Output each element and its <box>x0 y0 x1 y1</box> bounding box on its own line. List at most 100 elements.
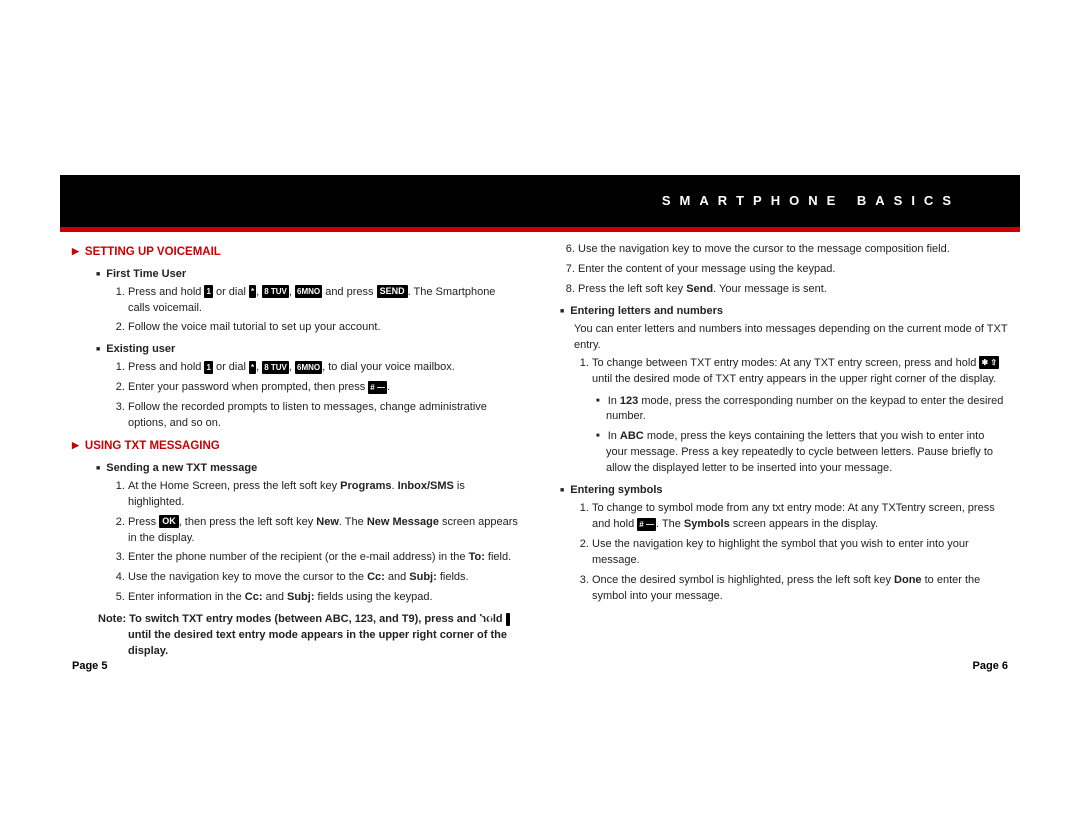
steps-first-time: Press and hold 1 or dial *, 8 TUV, 6MNO … <box>110 285 520 337</box>
right-column: Use the navigation key to move the curso… <box>560 240 1008 694</box>
t: or dial <box>213 361 249 373</box>
t: and press <box>322 286 376 298</box>
t: Enter information in the <box>128 591 245 603</box>
t: fields using the keypad. <box>315 591 433 603</box>
t: mode, press the keys containing the lett… <box>606 430 993 474</box>
sub-first-time: First Time User <box>110 267 520 283</box>
step: Follow the recorded prompts to listen to… <box>128 400 520 432</box>
t: To change between TXT entry modes: At an… <box>592 357 979 369</box>
t: field. <box>485 551 511 563</box>
sub-symbols: Entering symbols <box>574 483 1008 499</box>
section-voicemail: SETTING UP VOICEMAIL <box>72 244 520 261</box>
t: Enter your password when prompted, then … <box>128 381 368 393</box>
key-6-icon: 6MNO <box>295 285 322 298</box>
bullet-123: In 123 mode, press the corresponding num… <box>606 394 1008 426</box>
t: , then press the left soft key <box>179 516 317 528</box>
key-1-icon: 1 <box>204 361 212 374</box>
b: Cc: <box>367 571 385 583</box>
intro-letters: You can enter letters and numbers into m… <box>574 322 1008 354</box>
t: screen appears in the display. <box>730 518 878 530</box>
t: At the Home Screen, press the left soft … <box>128 480 340 492</box>
t: . Your message is sent. <box>713 283 827 295</box>
t: . The <box>339 516 367 528</box>
t: Press and hold <box>128 286 204 298</box>
t: In <box>608 430 620 442</box>
b: ABC <box>620 430 644 442</box>
step: Press and hold 1 or dial *, 8 TUV, 6MNO … <box>128 285 520 317</box>
t: Press <box>128 516 159 528</box>
t: In <box>608 395 620 407</box>
b: New <box>316 516 339 528</box>
step: Use the navigation key to highlight the … <box>592 537 1008 569</box>
step: Enter the phone number of the recipient … <box>128 550 520 566</box>
header-bar: SMARTPHONE BASICS <box>60 175 1020 232</box>
bullet-abc: In ABC mode, press the keys containing t… <box>606 429 1008 477</box>
b: Cc: <box>245 591 263 603</box>
b: Inbox/SMS <box>398 480 454 492</box>
t: . The <box>656 518 684 530</box>
b: Programs <box>340 480 391 492</box>
t: fields. <box>437 571 469 583</box>
page-number-left: Page 5 <box>72 660 107 672</box>
step: At the Home Screen, press the left soft … <box>128 479 520 511</box>
content-area: SETTING UP VOICEMAIL First Time User Pre… <box>72 240 1008 694</box>
steps-sending-cont: Use the navigation key to move the curso… <box>560 242 1008 298</box>
steps-symbols: To change to symbol mode from any txt en… <box>574 501 1008 605</box>
b: New Message <box>367 516 439 528</box>
t: until the desired mode of TXT entry appe… <box>592 373 996 385</box>
sub-existing: Existing user <box>110 342 520 358</box>
step: Enter information in the Cc: and Subj: f… <box>128 590 520 606</box>
key-starshift-icon: ✱ ⇧ <box>979 356 999 369</box>
t: Once the desired symbol is highlighted, … <box>592 574 894 586</box>
t: . <box>387 381 390 393</box>
step: Use the navigation key to move the curso… <box>128 570 520 586</box>
b: Subj: <box>287 591 315 603</box>
key-8-icon: 8 TUV <box>262 285 289 298</box>
section-txt: USING TXT MESSAGING <box>72 438 520 455</box>
t: Press the left soft key <box>578 283 686 295</box>
b: Send <box>686 283 713 295</box>
step: Once the desired symbol is highlighted, … <box>592 573 1008 605</box>
t: , to dial your voice mailbox. <box>322 361 455 373</box>
t: and <box>263 591 287 603</box>
key-hash-icon: # — <box>368 381 387 394</box>
key-6-icon: 6MNO <box>295 361 322 374</box>
step: Enter your password when prompted, then … <box>128 380 520 396</box>
t: Press and hold <box>128 361 204 373</box>
key-ok-icon: OK <box>159 515 179 528</box>
t: Enter the phone number of the recipient … <box>128 551 469 563</box>
step: Use the navigation key to move the curso… <box>578 242 1008 258</box>
steps-existing: Press and hold 1 or dial *, 8 TUV, 6MNO,… <box>110 360 520 432</box>
sub-letters: Entering letters and numbers <box>574 304 1008 320</box>
left-column: SETTING UP VOICEMAIL First Time User Pre… <box>72 240 520 694</box>
t: and <box>385 571 409 583</box>
key-send-icon: SEND <box>377 285 408 298</box>
key-1-icon: 1 <box>204 285 212 298</box>
key-8-icon: 8 TUV <box>262 361 289 374</box>
step: Press OK, then press the left soft key N… <box>128 515 520 547</box>
step: To change between TXT entry modes: At an… <box>592 356 1008 388</box>
step: Press the left soft key Send. Your messa… <box>578 282 1008 298</box>
step: Enter the content of your message using … <box>578 262 1008 278</box>
steps-sending: At the Home Screen, press the left soft … <box>110 479 520 607</box>
b: To: <box>469 551 485 563</box>
t: or dial <box>213 286 249 298</box>
b: Done <box>894 574 922 586</box>
key-starshift-icon: ✱ ⇧ <box>506 613 510 626</box>
header-title: SMARTPHONE BASICS <box>662 193 960 208</box>
key-hash-icon: # — <box>637 518 656 531</box>
sub-sending: Sending a new TXT message <box>110 461 520 477</box>
b: 123 <box>620 395 638 407</box>
b: Subj: <box>409 571 437 583</box>
t: mode, press the corresponding number on … <box>606 395 1003 423</box>
t: Note: To switch TXT entry modes (between… <box>98 613 506 625</box>
page-number-right: Page 6 <box>973 660 1008 672</box>
t: until the desired text entry mode appear… <box>128 629 507 657</box>
t: Use the navigation key to move the curso… <box>128 571 367 583</box>
note-txt-modes: Note: To switch TXT entry modes (between… <box>128 612 520 660</box>
steps-letters: To change between TXT entry modes: At an… <box>574 356 1008 388</box>
step: To change to symbol mode from any txt en… <box>592 501 1008 533</box>
step: Follow the voice mail tutorial to set up… <box>128 320 520 336</box>
b: Symbols <box>684 518 730 530</box>
step: Press and hold 1 or dial *, 8 TUV, 6MNO,… <box>128 360 520 376</box>
